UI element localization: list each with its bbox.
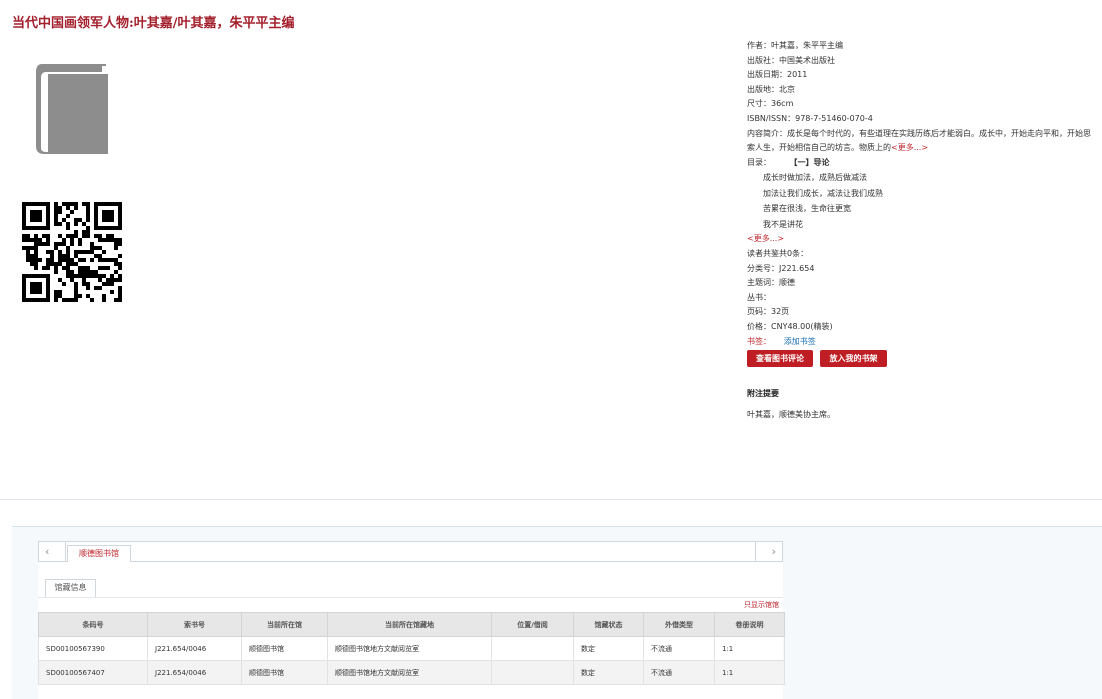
chevron-left-icon[interactable]: ‹ xyxy=(45,545,49,558)
tab-holdings-info[interactable]: 馆藏信息 xyxy=(45,579,96,597)
column-header: 卷册说明 xyxy=(714,612,785,637)
comments-field: 读者共鉴共0条： xyxy=(747,248,809,258)
toc-item: 苦累在很浅，生命往更宽 xyxy=(763,204,851,214)
call-number-cell: J221.654/0046 xyxy=(147,636,242,661)
column-header: 条码号 xyxy=(38,612,148,637)
subject-field: 主题词：顺德 xyxy=(747,278,795,288)
price-field: 价格：CNY48.00(精装) xyxy=(747,321,833,331)
summary-more-link[interactable]: <更多...> xyxy=(891,143,928,152)
toc-header: 目录： 【一】导论 xyxy=(747,156,1097,171)
toc-item: 成长时做加法，成熟后做减法 xyxy=(763,173,867,183)
column-header: 当前所在馆 xyxy=(241,612,328,637)
info-tab-underline xyxy=(38,597,783,598)
isbn-field: ISBN/ISSN：978-7-51460-070-4 xyxy=(747,113,873,123)
only-library-link[interactable]: 只显示馆馆 xyxy=(744,600,779,610)
status-cell: 数定 xyxy=(573,660,644,685)
author-field: 作者：叶其嘉，朱平平主编 xyxy=(747,41,843,50)
loan-type-cell: 不流通 xyxy=(643,660,715,685)
section-divider xyxy=(0,499,1102,500)
library-cell: 顺德图书馆 xyxy=(241,636,328,661)
status-cell: 数定 xyxy=(573,636,644,661)
view-reviews-button[interactable]: 查看图书评论 xyxy=(747,350,813,367)
toc-first-item: 【一】导论 xyxy=(789,157,830,167)
chevron-right-icon[interactable]: › xyxy=(772,545,776,558)
tab-library[interactable]: 顺德图书馆 xyxy=(67,545,131,563)
tags-field: 书签： 添加书签 xyxy=(747,335,1097,350)
column-header: 位置/借阅 xyxy=(491,612,574,637)
notes-heading: 附注提要 xyxy=(747,389,779,398)
column-header: 馆藏状态 xyxy=(573,612,644,637)
action-buttons: 查看图书评论 放入我的书架 xyxy=(747,350,887,367)
volume-cell: 1:1 xyxy=(714,636,785,661)
book-title: 当代中国画领军人物:叶其嘉/叶其嘉，朱平平主编 xyxy=(12,16,295,31)
shelf-cell xyxy=(491,660,574,685)
barcode-cell: SD00100567390 xyxy=(38,636,148,661)
toc-label: 目录： xyxy=(747,157,771,167)
tabbar-divider xyxy=(65,542,66,561)
table-row: SD00100567390 J221.654/0046 顺德图书馆 顺德图书馆地… xyxy=(38,636,785,661)
call-number-cell: J221.654/0046 xyxy=(147,660,242,685)
table-row: SD00100567407 J221.654/0046 顺德图书馆 顺德图书馆地… xyxy=(38,660,785,685)
tags-label: 书签： xyxy=(747,336,771,346)
add-to-shelf-button[interactable]: 放入我的书架 xyxy=(820,350,887,367)
table-header-row: 条码号 索书号 当前所在馆 当前所在馆藏地 位置/借阅 馆藏状态 外借类型 卷册… xyxy=(38,612,785,637)
add-tag-link[interactable]: 添加书签 xyxy=(784,337,816,346)
location-cell: 顺德图书馆地方文献阅览室 xyxy=(327,636,492,661)
library-cell: 顺德图书馆 xyxy=(241,660,328,685)
tabbar-divider xyxy=(755,542,756,561)
barcode-cell: SD00100567407 xyxy=(38,660,148,685)
location-cell: 顺德图书馆地方文献阅览室 xyxy=(327,660,492,685)
loan-type-cell: 不流通 xyxy=(643,636,715,661)
book-details: 作者：叶其嘉，朱平平主编 出版社：中国美术出版社 出版日期：2011 出版地：北… xyxy=(747,39,1097,349)
shelf-cell xyxy=(491,636,574,661)
book-icon xyxy=(36,64,108,154)
publisher-field: 出版社：中国美术出版社 xyxy=(747,55,835,65)
notes-text: 叶其嘉，顺德美协主席。 xyxy=(747,410,835,419)
holdings-table: 条码号 索书号 当前所在馆 当前所在馆藏地 位置/借阅 馆藏状态 外借类型 卷册… xyxy=(38,612,785,685)
toc-item: 加法让我们成长，减法让我们成熟 xyxy=(763,188,883,198)
column-header: 索书号 xyxy=(147,612,242,637)
pub-date-field: 出版日期：2011 xyxy=(747,70,808,80)
toc-more-link[interactable]: <更多...> xyxy=(747,232,1097,247)
column-header: 外借类型 xyxy=(643,612,715,637)
volume-cell: 1:1 xyxy=(714,660,785,685)
pub-place-field: 出版地：北京 xyxy=(747,84,795,94)
library-tabbar: ‹ › xyxy=(38,541,783,562)
size-field: 尺寸：36cm xyxy=(747,99,794,109)
series-field: 丛书： xyxy=(747,292,771,302)
pages-field: 页码：32页 xyxy=(747,307,790,317)
qr-code-icon xyxy=(22,202,122,302)
class-no-field: 分类号：J221.654 xyxy=(747,263,815,273)
summary-field: 内容简介：成长是每个时代的，有些道理在实践历练后才能弱白。成长中，开始走向平和，… xyxy=(747,127,1097,156)
column-header: 当前所在馆藏地 xyxy=(327,612,492,637)
toc-item: 我不是讲花 xyxy=(763,219,803,229)
